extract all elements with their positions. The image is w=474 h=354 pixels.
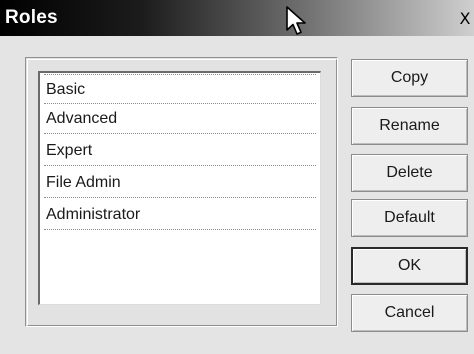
ok-button[interactable]: OK [351, 247, 468, 285]
title-bar[interactable]: Roles X [0, 0, 474, 36]
roles-listbox[interactable]: Basic Advanced Expert File Admin Adminis… [38, 71, 321, 305]
window-title: Roles [5, 7, 58, 28]
list-item-advanced[interactable]: Advanced [44, 104, 316, 134]
list-item-basic[interactable]: Basic [44, 74, 316, 104]
roles-dialog: Roles X Basic Advanced Expert File Admin… [0, 0, 474, 354]
list-item-expert[interactable]: Expert [44, 136, 316, 166]
rename-button[interactable]: Rename [351, 107, 468, 145]
mouse-pointer-icon [286, 6, 306, 35]
default-button[interactable]: Default [351, 199, 468, 237]
list-item-file-admin[interactable]: File Admin [44, 168, 316, 198]
delete-button[interactable]: Delete [351, 154, 468, 192]
close-icon[interactable]: X [458, 10, 472, 28]
cancel-button[interactable]: Cancel [351, 294, 468, 332]
list-item-administrator[interactable]: Administrator [44, 200, 316, 230]
copy-button[interactable]: Copy [351, 59, 468, 97]
